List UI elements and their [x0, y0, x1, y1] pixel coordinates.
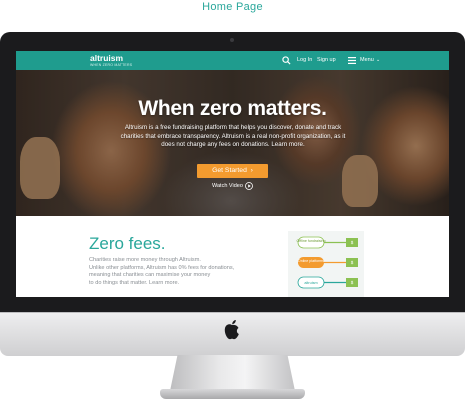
watch-video-link[interactable]: Watch Video [212, 181, 254, 191]
monitor-stand-neck [170, 355, 295, 391]
search-icon[interactable] [282, 56, 291, 65]
zero-fees-line: meaning that charities can maximise your… [89, 272, 211, 279]
get-started-label: Get Started [212, 167, 247, 174]
chevron-down-icon: ⌄ [376, 57, 381, 63]
signup-link[interactable]: Sign up [317, 56, 336, 65]
zero-fees-body: Charities raise more money through Altru… [89, 257, 274, 287]
diagram-label-altruism: altruism [304, 281, 317, 285]
monitor-stand-foot [160, 389, 305, 399]
page-caption: Home Page [202, 1, 263, 13]
menu-button[interactable]: Menu [360, 56, 374, 65]
zero-fees-line: Charities raise more money through Altru… [89, 257, 201, 263]
camera-dot [230, 38, 234, 42]
chevron-right-icon: › [248, 167, 253, 174]
site-logo-tagline: WHEN ZERO MATTERS [90, 63, 133, 67]
zero-fees-line: Unlike other platforms, Altruism has 0% … [89, 264, 235, 271]
fee-comparison-diagram: Offline fundraising $ Online platforms $… [288, 231, 364, 297]
monitor-screen: altruism WHEN ZERO MATTERS Log In Sign u… [16, 51, 449, 297]
diagram-label-online: Online platforms [298, 259, 324, 263]
login-link[interactable]: Log In [297, 56, 312, 65]
hero-section: altruism WHEN ZERO MATTERS Log In Sign u… [16, 51, 449, 216]
zero-fees-title: Zero fees. [89, 234, 166, 253]
hero-title: When zero matters. [138, 97, 327, 120]
play-icon [245, 182, 253, 190]
site-logo[interactable]: altruism [90, 54, 123, 63]
site-navbar: altruism WHEN ZERO MATTERS Log In Sign u… [16, 51, 449, 70]
diagram-label-offline: Offline fundraising [297, 239, 326, 243]
watch-video-label: Watch Video [212, 183, 243, 189]
zero-fees-line: to do things that matter. Learn more. [89, 279, 180, 286]
hero-subtitle: Altruism is a free fundraising platform … [120, 124, 346, 149]
apple-logo-icon [224, 320, 239, 340]
menu-icon[interactable] [348, 57, 356, 64]
get-started-button[interactable]: Get Started › [197, 164, 268, 178]
